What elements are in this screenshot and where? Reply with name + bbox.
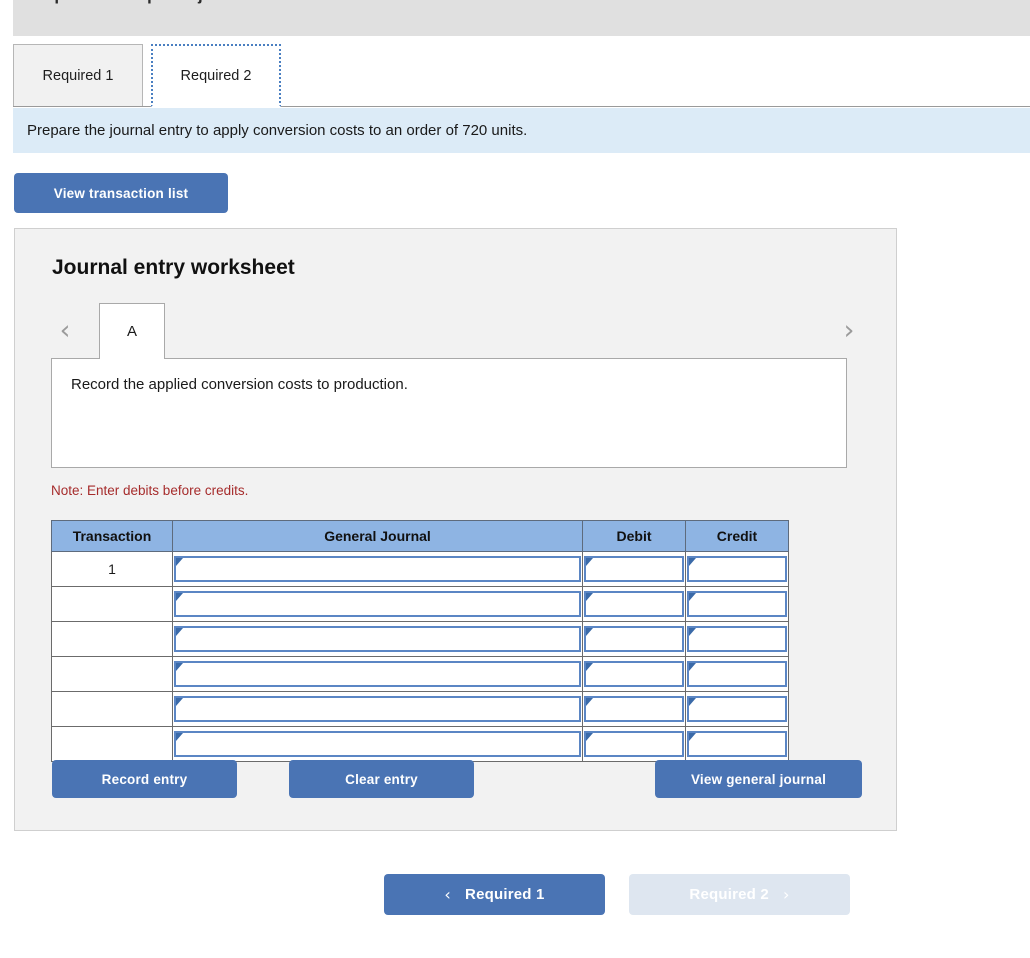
cell-general-journal[interactable] bbox=[172, 691, 583, 727]
column-header-transaction: Transaction bbox=[51, 520, 173, 552]
general-journal-input[interactable] bbox=[174, 731, 581, 757]
worksheet-description-text: Record the applied conversion costs to p… bbox=[71, 376, 408, 393]
column-header-general-journal: General Journal bbox=[172, 520, 583, 552]
clipped-heading-text: Prepare the required journal entries. bbox=[27, 0, 320, 5]
cell-general-journal[interactable] bbox=[172, 621, 583, 657]
cell-debit[interactable] bbox=[582, 551, 686, 587]
table-row: 1 bbox=[51, 551, 789, 587]
pager-previous-button[interactable]: ‹ Required 1 bbox=[384, 874, 605, 915]
journal-entry-table: Transaction General Journal Debit Credit… bbox=[51, 520, 789, 762]
cell-debit[interactable] bbox=[582, 691, 686, 727]
cell-general-journal[interactable] bbox=[172, 586, 583, 622]
cell-transaction bbox=[51, 656, 173, 692]
pager-next-label: Required 2 bbox=[689, 886, 769, 903]
view-general-journal-button[interactable]: View general journal bbox=[655, 760, 862, 798]
cell-debit[interactable] bbox=[582, 621, 686, 657]
cell-debit[interactable] bbox=[582, 586, 686, 622]
credit-input[interactable] bbox=[687, 591, 787, 617]
clear-entry-button[interactable]: Clear entry bbox=[289, 760, 474, 798]
pager-next-chevron-icon: › bbox=[782, 885, 790, 904]
debit-input[interactable] bbox=[584, 661, 684, 687]
view-general-journal-label: View general journal bbox=[690, 771, 827, 787]
tab-required-2[interactable]: Required 2 bbox=[151, 44, 281, 107]
pager-next-button: Required 2 › bbox=[629, 874, 850, 915]
column-header-credit: Credit bbox=[685, 520, 789, 552]
page-root: Prepare the required journal entries. Re… bbox=[0, 0, 1030, 958]
view-transaction-list-button[interactable]: View transaction list bbox=[14, 173, 228, 213]
table-row bbox=[51, 726, 789, 762]
cell-debit[interactable] bbox=[582, 726, 686, 762]
record-entry-label: Record entry bbox=[101, 771, 188, 787]
worksheet-entry-nav: ‹ A › bbox=[15, 303, 898, 359]
record-entry-button[interactable]: Record entry bbox=[52, 760, 237, 798]
clear-entry-label: Clear entry bbox=[345, 771, 418, 787]
next-entry-chevron-icon[interactable]: › bbox=[835, 315, 863, 347]
cell-credit[interactable] bbox=[685, 551, 789, 587]
credit-input[interactable] bbox=[687, 696, 787, 722]
general-journal-input[interactable] bbox=[174, 556, 581, 582]
general-journal-input[interactable] bbox=[174, 626, 581, 652]
cell-credit[interactable] bbox=[685, 726, 789, 762]
cell-credit[interactable] bbox=[685, 691, 789, 727]
worksheet-entry-tab-a-label: A bbox=[126, 323, 137, 340]
debit-input[interactable] bbox=[584, 591, 684, 617]
worksheet-title: Journal entry worksheet bbox=[52, 256, 295, 279]
table-row bbox=[51, 656, 789, 692]
journal-entry-worksheet-panel: Journal entry worksheet ‹ A › Record the… bbox=[14, 228, 897, 831]
cell-credit[interactable] bbox=[685, 656, 789, 692]
general-journal-input[interactable] bbox=[174, 696, 581, 722]
clipped-heading-band: Prepare the required journal entries. bbox=[13, 0, 1030, 36]
instruction-text: Prepare the journal entry to apply conve… bbox=[27, 122, 528, 139]
debit-input[interactable] bbox=[584, 556, 684, 582]
column-header-debit: Debit bbox=[582, 520, 686, 552]
table-row bbox=[51, 586, 789, 622]
cell-general-journal[interactable] bbox=[172, 726, 583, 762]
cell-transaction bbox=[51, 586, 173, 622]
cell-general-journal[interactable] bbox=[172, 656, 583, 692]
credit-input[interactable] bbox=[687, 626, 787, 652]
pager-prev-label: Required 1 bbox=[465, 886, 545, 903]
cell-transaction bbox=[51, 726, 173, 762]
debit-input[interactable] bbox=[584, 696, 684, 722]
table-row bbox=[51, 691, 789, 727]
general-journal-input[interactable] bbox=[174, 591, 581, 617]
cell-transaction: 1 bbox=[51, 551, 173, 587]
credit-input[interactable] bbox=[687, 731, 787, 757]
tab-required-2-label: Required 2 bbox=[180, 67, 252, 84]
instruction-banner: Prepare the journal entry to apply conve… bbox=[13, 108, 1030, 153]
view-transaction-list-label: View transaction list bbox=[53, 185, 189, 201]
table-header-row: Transaction General Journal Debit Credit bbox=[51, 520, 789, 552]
credit-input[interactable] bbox=[687, 556, 787, 582]
cell-credit[interactable] bbox=[685, 621, 789, 657]
tab-required-1-label: Required 1 bbox=[42, 68, 114, 84]
cell-debit[interactable] bbox=[582, 656, 686, 692]
debit-input[interactable] bbox=[584, 731, 684, 757]
general-journal-input[interactable] bbox=[174, 661, 581, 687]
pager-prev-chevron-icon: ‹ bbox=[444, 885, 452, 904]
debit-input[interactable] bbox=[584, 626, 684, 652]
journal-entry-table-body: 1 bbox=[51, 551, 789, 762]
debits-before-credits-note: Note: Enter debits before credits. bbox=[51, 483, 249, 498]
cell-transaction bbox=[51, 621, 173, 657]
cell-credit[interactable] bbox=[685, 586, 789, 622]
worksheet-description-box: Record the applied conversion costs to p… bbox=[51, 358, 847, 468]
worksheet-entry-tab-a[interactable]: A bbox=[99, 303, 165, 359]
prev-entry-chevron-icon[interactable]: ‹ bbox=[51, 315, 79, 347]
requirement-tabs: Required 1 Required 2 bbox=[13, 44, 1030, 107]
cell-transaction bbox=[51, 691, 173, 727]
tab-required-1[interactable]: Required 1 bbox=[13, 44, 143, 107]
table-row bbox=[51, 621, 789, 657]
credit-input[interactable] bbox=[687, 661, 787, 687]
cell-general-journal[interactable] bbox=[172, 551, 583, 587]
